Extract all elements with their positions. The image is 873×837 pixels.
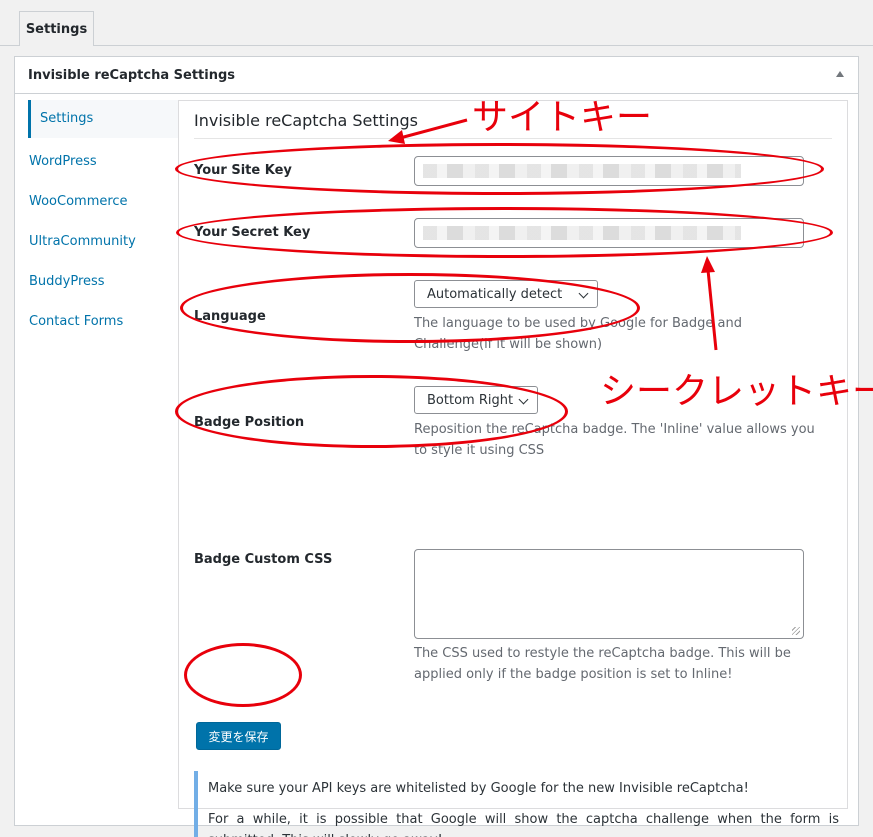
sidebar-item-woocommerce[interactable]: WooCommerce — [28, 182, 178, 222]
sidebar-item-wordpress[interactable]: WordPress — [28, 142, 178, 182]
language-select-value: Automatically detect — [427, 286, 563, 302]
divider — [194, 138, 832, 139]
sidebar-item-settings[interactable]: Settings — [28, 100, 178, 138]
redacted-value — [423, 164, 741, 178]
sidebar-item-buddypress[interactable]: BuddyPress — [28, 262, 178, 302]
chevron-down-icon — [578, 288, 589, 299]
chevron-down-icon — [518, 394, 529, 405]
redacted-value — [423, 226, 741, 240]
resize-handle-icon[interactable] — [792, 627, 800, 635]
badge-css-textarea[interactable] — [414, 549, 804, 639]
sidebar-item-label: Contact Forms — [29, 314, 124, 329]
sidebar-nav: Settings WordPress WooCommerce UltraComm… — [28, 100, 178, 342]
sidebar-item-ultracommunity[interactable]: UltraCommunity — [28, 222, 178, 262]
notice-line-2: For a while, it is possible that Google … — [208, 812, 839, 837]
badge-position-select-value: Bottom Right — [427, 392, 514, 408]
panel-header: Invisible reCaptcha Settings — [15, 57, 858, 94]
badge-position-description: Reposition the reCaptcha badge. The 'Inl… — [414, 422, 815, 458]
language-label: Language — [194, 309, 266, 324]
sidebar-item-label: WordPress — [29, 154, 97, 169]
content-title: Invisible reCaptcha Settings — [194, 111, 419, 130]
site-key-label: Your Site Key — [194, 163, 292, 178]
tab-bar-line — [0, 45, 873, 46]
secret-key-label: Your Secret Key — [194, 225, 311, 240]
badge-css-description: The CSS used to restyle the reCaptcha ba… — [414, 646, 791, 682]
sidebar-item-label: UltraCommunity — [29, 234, 136, 249]
notice-line-1: Make sure your API keys are whitelisted … — [208, 781, 749, 796]
settings-panel: Invisible reCaptcha Settings Settings Wo… — [14, 56, 859, 837]
sidebar-item-label: Settings — [40, 111, 94, 126]
site-key-input[interactable] — [414, 156, 804, 186]
tab-settings-label: Settings — [25, 21, 88, 37]
save-button[interactable]: 変更を保存 — [196, 722, 281, 750]
secret-key-input[interactable] — [414, 218, 804, 248]
settings-content: Invisible reCaptcha Settings Your Site K… — [178, 100, 848, 837]
badge-css-label: Badge Custom CSS — [194, 552, 333, 567]
collapse-arrow-icon[interactable] — [836, 71, 844, 77]
sidebar-item-contact-forms[interactable]: Contact Forms — [28, 302, 178, 342]
save-button-label: 変更を保存 — [208, 729, 269, 744]
language-select[interactable]: Automatically detect — [414, 280, 598, 308]
panel-title: Invisible reCaptcha Settings — [28, 67, 236, 83]
sidebar-item-label: BuddyPress — [29, 274, 105, 289]
badge-position-select[interactable]: Bottom Right — [414, 386, 538, 414]
sidebar-item-label: WooCommerce — [29, 194, 128, 209]
tab-settings[interactable]: Settings — [19, 11, 94, 46]
api-key-notice: Make sure your API keys are whitelisted … — [194, 771, 839, 837]
badge-position-label: Badge Position — [194, 415, 305, 430]
language-description: The language to be used by Google for Ba… — [414, 316, 742, 352]
